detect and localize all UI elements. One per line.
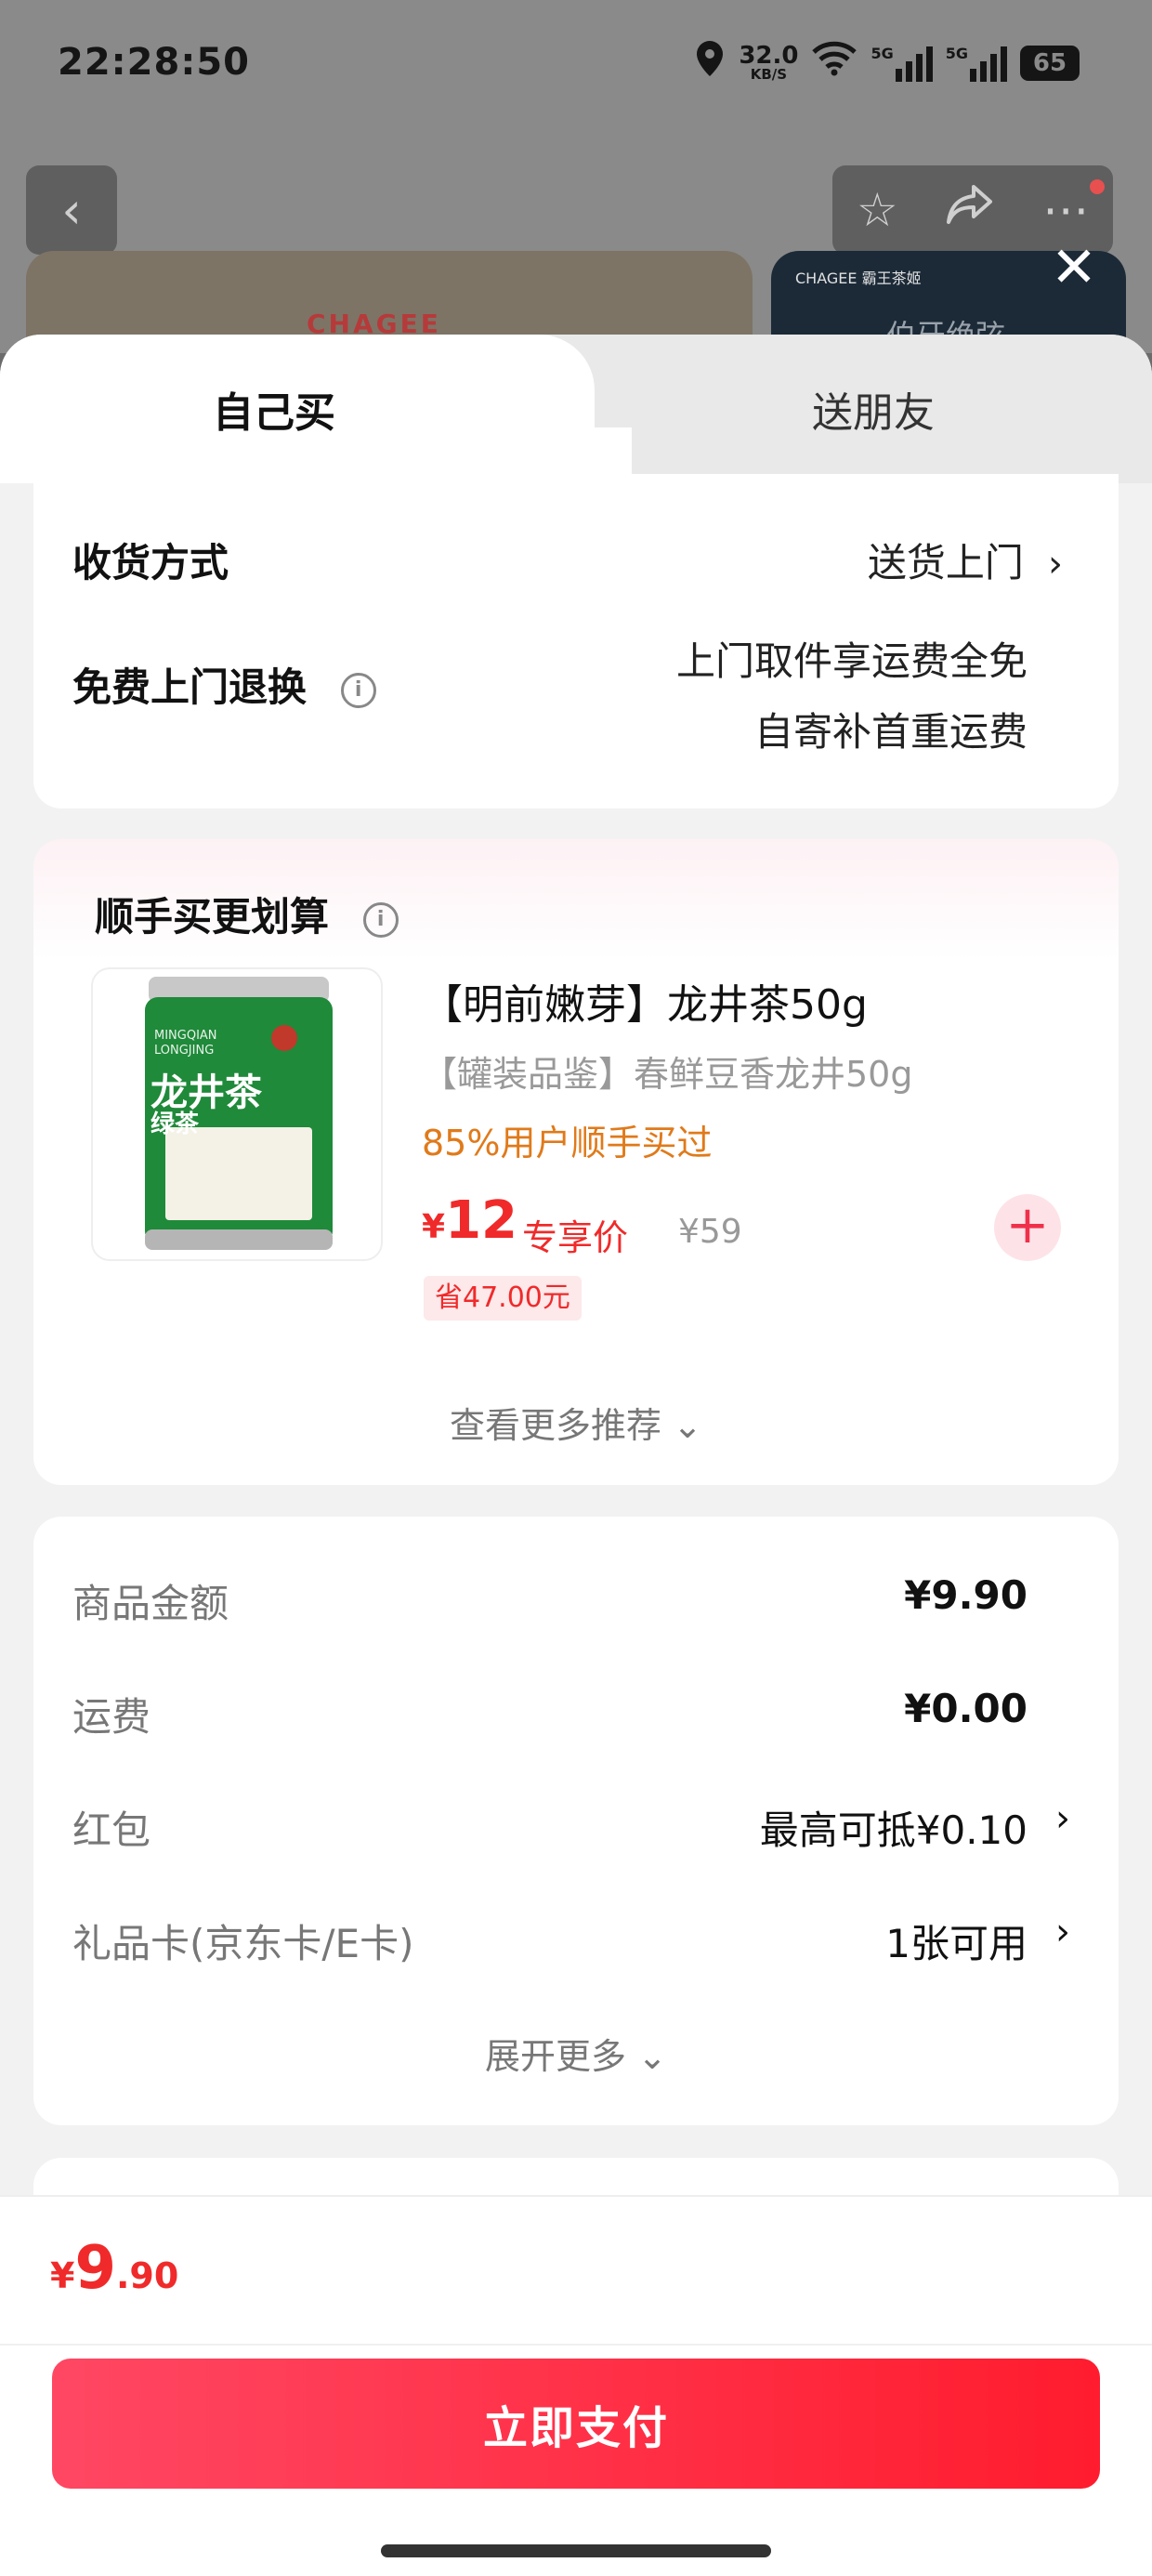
delivery-method-label: 收货方式: [72, 540, 229, 585]
background-page: 22:28:50 32.0 KB/S 5G 5G 65 ‹ ☆ ⋯ CHAGEE…: [0, 0, 1152, 381]
battery-icon: 65: [1020, 45, 1080, 81]
location-icon: [694, 39, 726, 86]
signal-5g-icon-2: 5G: [946, 45, 1007, 82]
info-icon[interactable]: i: [340, 672, 376, 708]
product-subtitle: 【罐装品鉴】春鲜豆香龙井50g: [422, 1054, 913, 1095]
tab-self-buy[interactable]: 自己买: [0, 335, 548, 483]
delivery-card: 收货方式 送货上门 › 免费上门退换 i 上门取件享运费全免 自寄补首重运费: [33, 474, 1119, 808]
star-icon[interactable]: ☆: [857, 183, 898, 237]
bottom-pay-bar: ¥9.90 立即支付: [0, 2195, 1152, 2576]
goods-amount-value: ¥9.90: [904, 1572, 1028, 1618]
original-price: ¥59: [678, 1213, 742, 1251]
divider: [0, 2344, 1152, 2346]
product-price: ¥12: [422, 1190, 517, 1251]
can-label-en: MINGQIAN LONGJING: [154, 1029, 217, 1058]
status-time: 22:28:50: [58, 41, 250, 84]
buy-percent-text: 85%用户顺手买过: [422, 1123, 713, 1163]
add-to-cart-button[interactable]: +: [994, 1194, 1061, 1261]
brand-logo-small: CHAGEE 霸王茶姬: [795, 269, 922, 287]
chevron-right-icon[interactable]: ›: [1055, 1911, 1070, 1953]
price-summary-card: 商品金额 ¥9.90 运费 ¥0.00 红包 最高可抵¥0.10 › 礼品卡(京…: [33, 1517, 1119, 2125]
wifi-icon: [811, 41, 857, 85]
shipping-label: 运费: [72, 1694, 151, 1740]
expand-more-button[interactable]: 展开更多 ⌄: [33, 2028, 1119, 2079]
recommend-title: 顺手买更划算 i: [95, 886, 399, 942]
info-icon[interactable]: i: [362, 901, 399, 938]
free-return-label: 免费上门退换 i: [72, 656, 376, 713]
save-badge: 省47.00元: [424, 1276, 582, 1321]
goods-amount-label: 商品金额: [72, 1581, 229, 1626]
close-icon[interactable]: ✕: [1046, 240, 1102, 296]
notification-dot: [1087, 177, 1107, 197]
product-image[interactable]: MINGQIAN LONGJING 龙井茶 绿茶: [91, 967, 383, 1261]
more-icon[interactable]: ⋯: [1042, 183, 1089, 237]
home-indicator[interactable]: [381, 2544, 771, 2557]
product-name[interactable]: 【明前嫩芽】龙井茶50g: [422, 971, 868, 1031]
network-speed: 32.0 KB/S: [739, 42, 799, 83]
can-label-sub: 绿茶: [151, 1111, 200, 1138]
signal-5g-icon-1: 5G: [871, 45, 933, 82]
status-bar: 22:28:50 32.0 KB/S 5G 5G 65: [0, 0, 1152, 139]
status-icons: 32.0 KB/S 5G 5G 65: [694, 39, 1080, 86]
red-packet-value[interactable]: 最高可抵¥0.10: [760, 1799, 1028, 1856]
gift-card-label: 礼品卡(京东卡/E卡): [72, 1921, 414, 1966]
delivery-method-value[interactable]: 送货上门 ›: [868, 532, 1063, 588]
red-packet-label: 红包: [72, 1807, 151, 1853]
total-price: ¥9.90: [50, 2234, 179, 2303]
chevron-right-icon[interactable]: ›: [1055, 1797, 1070, 1840]
chevron-right-icon: ›: [1036, 543, 1063, 585]
see-more-recommendations[interactable]: 查看更多推荐 ⌄: [33, 1397, 1119, 1448]
shipping-value: ¥0.00: [904, 1686, 1028, 1731]
back-button[interactable]: ‹: [26, 165, 117, 255]
purchase-tabs: 自己买 送朋友: [0, 335, 1152, 483]
free-return-value: 上门取件享运费全免 自寄补首重运费: [675, 638, 1028, 755]
gift-card-value[interactable]: 1张可用: [885, 1912, 1028, 1969]
share-icon[interactable]: [946, 183, 994, 237]
recommend-card: 顺手买更划算 i MINGQIAN LONGJING 龙井茶 绿茶 【明前嫩芽】…: [33, 839, 1119, 1485]
exclusive-price-label: 专享价: [522, 1217, 629, 1258]
pay-now-button[interactable]: 立即支付: [52, 2359, 1100, 2489]
tab-gift-friend[interactable]: 送朋友: [650, 335, 1096, 483]
